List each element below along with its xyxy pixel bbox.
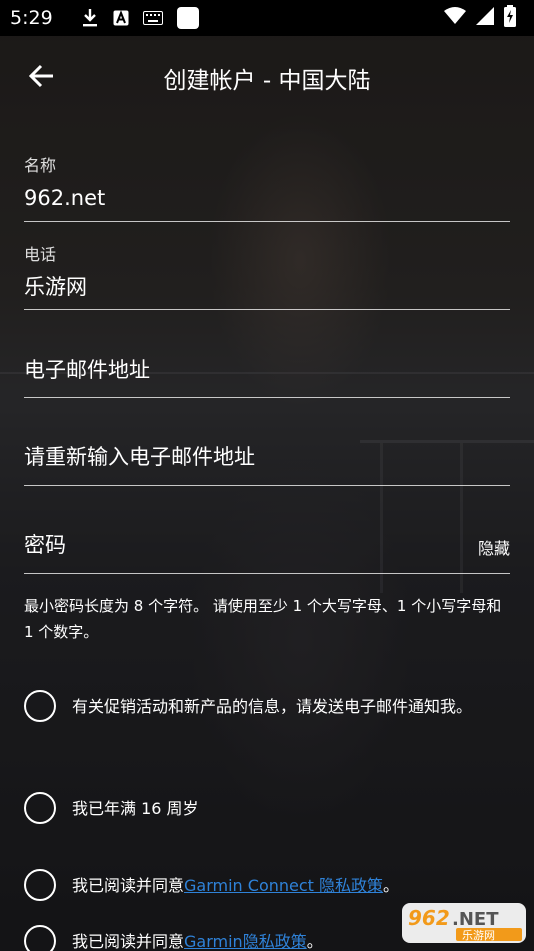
status-time: 5:29 [10, 7, 53, 29]
password-placeholder: 密码 [24, 533, 66, 557]
garmin-privacy-suffix: 。 [306, 932, 323, 951]
svg-text:乐游网: 乐游网 [462, 929, 495, 942]
keyboard-icon [142, 11, 163, 25]
svg-text:.NET: .NET [452, 909, 499, 930]
email-placeholder: 电子邮件地址 [24, 358, 150, 382]
white-square-icon [176, 7, 199, 29]
download-icon [81, 8, 99, 28]
garmin-privacy-link[interactable]: Garmin隐私政策 [184, 932, 307, 951]
hide-password-button[interactable]: 隐藏 [478, 535, 510, 559]
promo-email-checkbox[interactable] [24, 690, 56, 722]
connect-privacy-prefix: 我已阅读并同意 [72, 876, 185, 895]
phone-label: 电话 [24, 245, 57, 264]
email-field[interactable]: 电子邮件地址 [24, 354, 510, 398]
garmin-privacy-checkbox[interactable] [24, 925, 56, 951]
promo-email-checkbox-row[interactable]: 有关促销活动和新产品的信息，请发送电子邮件通知我。 [24, 690, 494, 722]
app-bar: 创建帐户 - 中国大陆 [0, 36, 534, 120]
age-checkbox-row[interactable]: 我已年满 16 周岁 [24, 792, 494, 824]
phone-value: 乐游网 [24, 275, 87, 299]
signal-icon [476, 7, 494, 29]
garmin-privacy-label: 我已阅读并同意Garmin隐私政策。 [72, 927, 323, 951]
connect-privacy-label: 我已阅读并同意Garmin Connect 隐私政策。 [72, 871, 399, 900]
page-title: 创建帐户 - 中国大陆 [163, 68, 371, 94]
age-checkbox[interactable] [24, 792, 56, 824]
email-confirm-field[interactable]: 请重新输入电子邮件地址 [24, 441, 510, 486]
wifi-icon [444, 7, 466, 29]
phone-field[interactable]: 电话 乐游网 [24, 241, 510, 310]
promo-email-label: 有关促销活动和新产品的信息，请发送电子邮件通知我。 [72, 697, 473, 716]
text-a-icon [113, 10, 129, 26]
connect-privacy-checkbox-row[interactable]: 我已阅读并同意Garmin Connect 隐私政策。 [24, 869, 494, 901]
battery-charging-icon [504, 5, 516, 31]
connect-privacy-suffix: 。 [383, 876, 400, 895]
garmin-privacy-prefix: 我已阅读并同意 [72, 932, 185, 951]
watermark-logo: 962 .NET 乐游网 [400, 901, 528, 945]
arrow-left-icon [28, 64, 54, 92]
password-hint: 最小密码长度为 8 个字符。 请使用至少 1 个大写字母、1 个小写字母和 1 … [24, 597, 502, 641]
name-label: 名称 [24, 156, 57, 175]
connect-privacy-checkbox[interactable] [24, 869, 56, 901]
back-button[interactable] [17, 54, 65, 102]
email-confirm-placeholder: 请重新输入电子邮件地址 [24, 445, 255, 469]
connect-privacy-link[interactable]: Garmin Connect 隐私政策 [184, 876, 383, 895]
name-value: 962.net [24, 186, 106, 210]
name-field[interactable]: 名称 962.net [24, 152, 510, 222]
password-field[interactable]: 密码 隐藏 [24, 529, 510, 574]
svg-text:962: 962 [408, 906, 450, 930]
status-bar: 5:29 [0, 0, 534, 36]
age-label: 我已年满 16 周岁 [72, 799, 199, 818]
